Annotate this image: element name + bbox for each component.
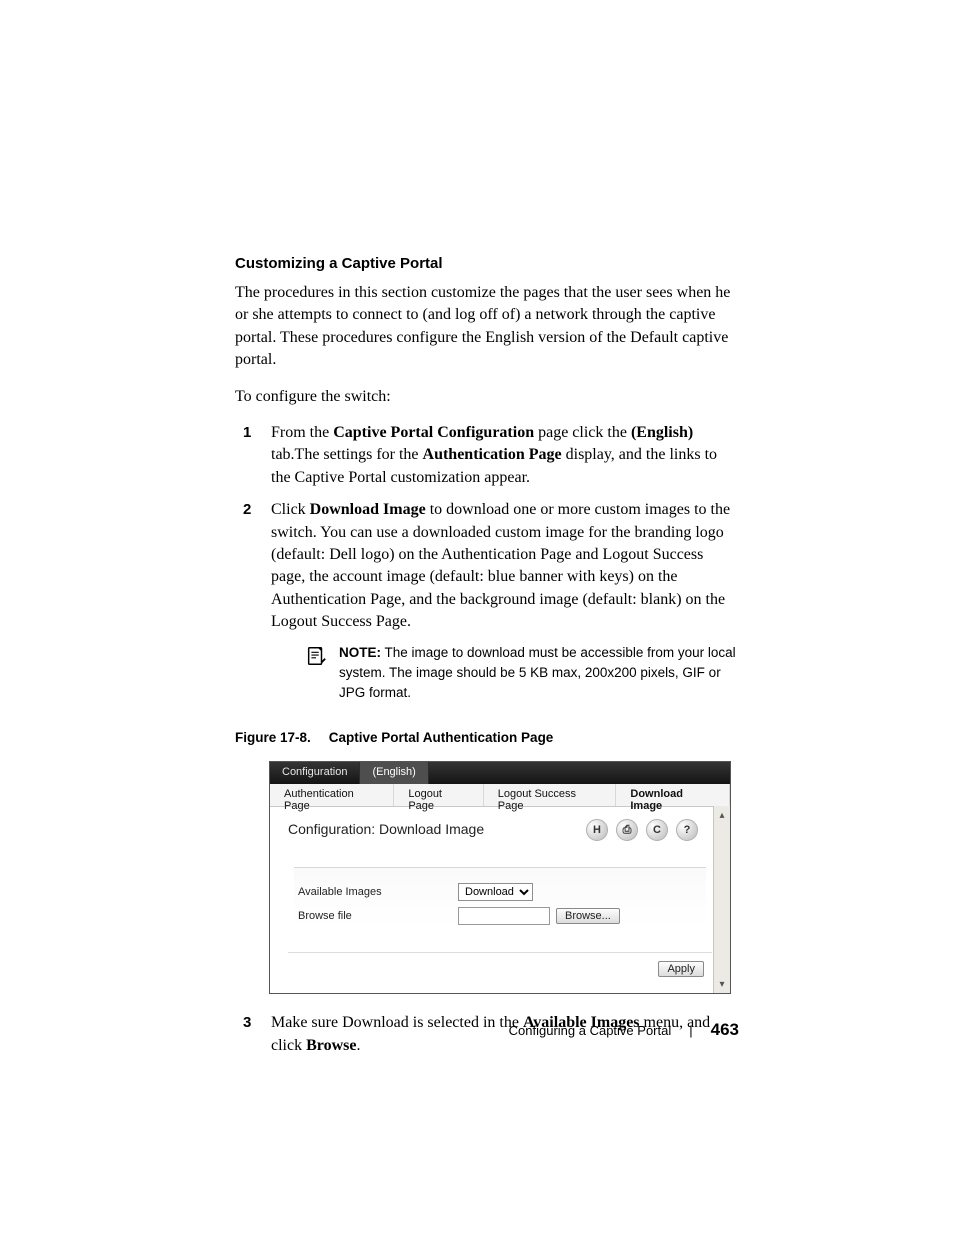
note: NOTE: The image to download must be acce… (305, 643, 739, 702)
note-text: NOTE: The image to download must be acce… (339, 643, 739, 702)
primary-tabs: Configuration (English) (270, 762, 730, 784)
step-text: Click Download Image to download one or … (271, 501, 730, 630)
note-icon (305, 645, 327, 667)
figure-caption: Figure 17-8.Captive Portal Authenticatio… (235, 730, 739, 745)
help-icon[interactable]: ? (676, 819, 698, 841)
save-icon[interactable]: H (586, 819, 608, 841)
scrollbar[interactable]: ▴ ▾ (713, 806, 730, 993)
page-footer: Configuring a Captive Portal | 463 (509, 1020, 739, 1040)
section-heading: Customizing a Captive Portal (235, 255, 739, 272)
available-images-select[interactable]: Download (458, 883, 533, 901)
embedded-screenshot: Configuration (English) Authentication P… (269, 761, 731, 994)
step-number: 1 (243, 422, 251, 443)
intro-paragraph: The procedures in this section customize… (235, 282, 739, 372)
row-available-images: Available Images Download (294, 880, 706, 904)
step-number: 3 (243, 1012, 251, 1033)
browse-file-label: Browse file (294, 910, 458, 922)
file-path-input[interactable] (458, 907, 550, 925)
tab-download-image[interactable]: Download Image (616, 784, 730, 806)
steps-list: 1 From the Captive Portal Configuration … (235, 422, 739, 702)
tab-logout-page[interactable]: Logout Page (394, 784, 483, 806)
tab-authentication-page[interactable]: Authentication Page (270, 784, 394, 806)
tab-configuration[interactable]: Configuration (270, 762, 360, 784)
step-2: 2 Click Download Image to download one o… (235, 499, 739, 702)
footer-divider: | (689, 1023, 692, 1038)
step-number: 2 (243, 499, 251, 520)
row-browse-file: Browse file Browse... (294, 904, 706, 928)
scroll-down-icon[interactable]: ▾ (715, 977, 729, 991)
tab-logout-success-page[interactable]: Logout Success Page (484, 784, 617, 806)
scroll-up-icon[interactable]: ▴ (715, 808, 729, 822)
page-number: 463 (711, 1020, 739, 1040)
apply-row: Apply (288, 952, 712, 983)
panel: Configuration: Download Image H ⎙ C ? Av… (270, 807, 730, 993)
step-1: 1 From the Captive Portal Configuration … (235, 422, 739, 489)
form-area: Available Images Download Browse file Br… (294, 867, 706, 928)
secondary-tabs: Authentication Page Logout Page Logout S… (270, 784, 730, 807)
available-images-label: Available Images (294, 886, 458, 898)
apply-button[interactable]: Apply (658, 961, 704, 977)
print-icon[interactable]: ⎙ (616, 819, 638, 841)
tab-english[interactable]: (English) (360, 762, 428, 784)
browse-button[interactable]: Browse... (556, 908, 620, 924)
lead-line: To configure the switch: (235, 386, 739, 408)
footer-section: Configuring a Captive Portal (509, 1023, 672, 1038)
panel-icons: H ⎙ C ? (586, 819, 698, 841)
step-text: From the Captive Portal Configuration pa… (271, 424, 717, 486)
refresh-icon[interactable]: C (646, 819, 668, 841)
